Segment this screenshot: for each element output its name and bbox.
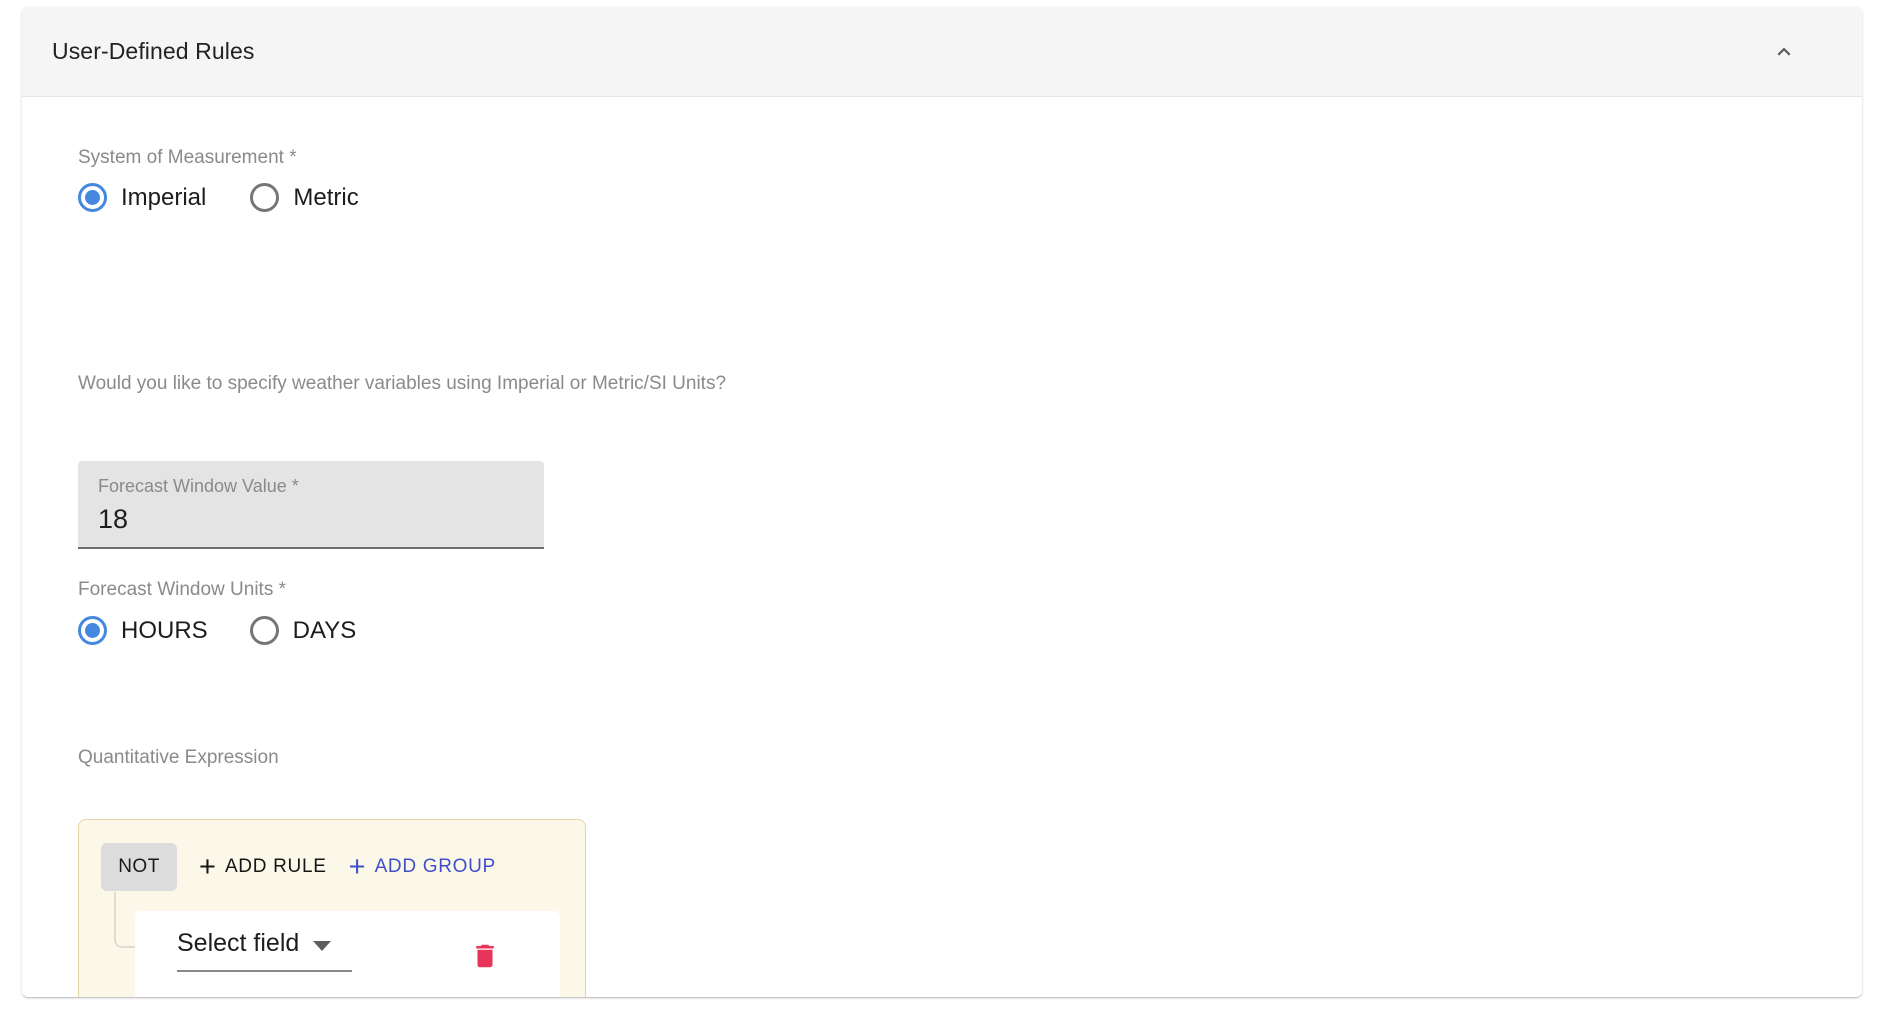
quantitative-expression-label: Quantitative Expression (78, 747, 279, 768)
plus-icon: + (348, 850, 366, 883)
add-rule-button[interactable]: + ADD RULE (199, 850, 327, 883)
caret-down-icon (313, 940, 332, 951)
select-field-value: Select field (177, 929, 300, 957)
system-of-measurement-helper-text: Would you like to specify weather variab… (78, 373, 727, 394)
rule-row: Select field (135, 911, 560, 997)
system-of-measurement-radio-group[interactable]: Imperial Metric (78, 183, 359, 212)
radio-imperial-label: Imperial (121, 183, 207, 211)
page-title: User-Defined Rules (52, 38, 255, 64)
forecast-window-value-field[interactable]: Forecast Window Value * 18 (78, 461, 544, 549)
radio-metric[interactable]: Metric (250, 183, 359, 212)
radio-hours-label: HOURS (121, 616, 208, 644)
radio-days[interactable]: DAYS (249, 616, 357, 645)
user-defined-rules-panel: User-Defined Rules System of Measurement… (22, 7, 1862, 997)
not-toggle-button[interactable]: NOT (101, 843, 177, 891)
forecast-window-units-label: Forecast Window Units * (78, 579, 287, 600)
forecast-window-value-label: Forecast Window Value * (98, 476, 299, 496)
delete-rule-button[interactable] (466, 937, 504, 975)
forecast-window-value-input[interactable]: 18 (98, 500, 526, 538)
radio-days-mark (249, 616, 279, 645)
radio-metric-mark (250, 183, 280, 212)
select-field-dropdown[interactable]: Select field (177, 929, 352, 972)
query-builder-toolbar: NOT + ADD RULE + ADD GROUP (101, 843, 496, 891)
add-rule-label: ADD RULE (224, 856, 327, 877)
system-of-measurement-label-wrap: System of Measurement * (78, 147, 297, 169)
add-group-label: ADD GROUP (374, 856, 496, 877)
forecast-window-units-radio-group[interactable]: HOURS DAYS (78, 616, 356, 645)
radio-metric-label: Metric (293, 183, 359, 211)
panel-header[interactable]: User-Defined Rules (22, 7, 1862, 97)
radio-hours[interactable]: HOURS (78, 616, 208, 645)
plus-icon: + (199, 850, 216, 883)
query-builder-group: NOT + ADD RULE + ADD GROUP Select field (78, 819, 586, 997)
add-group-button[interactable]: + ADD GROUP (348, 850, 496, 883)
radio-imperial-mark (78, 183, 107, 212)
panel-body: System of Measurement * Imperial Metric … (22, 97, 1862, 997)
radio-imperial[interactable]: Imperial (78, 183, 206, 212)
system-of-measurement-label: System of Measurement * (78, 147, 297, 168)
radio-hours-mark (78, 616, 107, 645)
chevron-up-icon[interactable] (1768, 36, 1800, 68)
trash-icon (476, 944, 494, 968)
radio-days-label: DAYS (292, 616, 357, 644)
